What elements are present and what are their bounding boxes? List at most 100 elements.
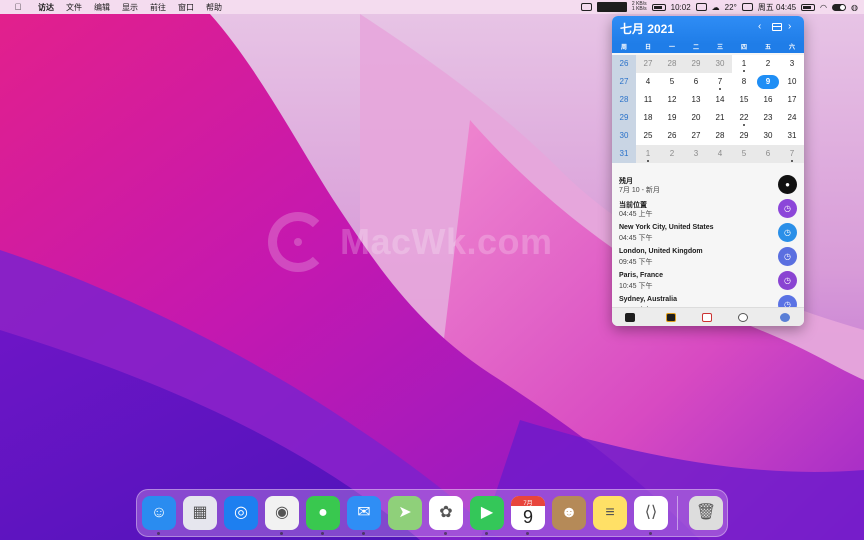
day-cell[interactable]: 23	[756, 109, 780, 127]
day-cell[interactable]: 26	[660, 127, 684, 145]
mail-dock-icon[interactable]: ✉	[347, 496, 381, 530]
day-cell[interactable]: 20	[684, 109, 708, 127]
finder-dock-icon[interactable]: ☺	[142, 496, 176, 530]
clock-time[interactable]: 10:02	[671, 3, 691, 12]
photos-dock-icon[interactable]: ✿	[429, 496, 463, 530]
weather-icon[interactable]: ☁	[712, 3, 720, 12]
day-cell[interactable]: 30	[708, 55, 732, 73]
facetime-dock-icon[interactable]: ▶	[470, 496, 504, 530]
menu-edit[interactable]: 编辑	[88, 2, 116, 13]
terminal-icon[interactable]	[625, 313, 635, 322]
day-cell[interactable]: 29	[732, 127, 756, 145]
day-cell[interactable]: 24	[780, 109, 804, 127]
day-cell[interactable]: 18	[636, 109, 660, 127]
day-cell[interactable]: 4	[708, 145, 732, 163]
apple-menu-icon[interactable]: 	[12, 2, 24, 12]
day-cell[interactable]: 14	[708, 91, 732, 109]
day-cell[interactable]: 30	[756, 127, 780, 145]
day-cell[interactable]: 25	[636, 127, 660, 145]
event-item[interactable]: London, United Kingdom 09:45 下午 ◷	[612, 245, 804, 269]
event-item[interactable]: 残月 7月 10 - 新月 ●	[612, 173, 804, 197]
menu-view[interactable]: 显示	[116, 2, 144, 13]
maps-dock-icon[interactable]: ➤	[388, 496, 422, 530]
chrome-dock-icon[interactable]: ◉	[265, 496, 299, 530]
day-cell[interactable]: 21	[708, 109, 732, 127]
chevron-right-icon[interactable]: ›	[788, 21, 791, 32]
calendar-app-icon[interactable]	[702, 313, 712, 322]
day-cell[interactable]: 29	[684, 55, 708, 73]
chevron-left-icon[interactable]: ‹	[758, 21, 761, 32]
day-cell[interactable]: 5	[660, 73, 684, 91]
running-indicator	[157, 532, 160, 535]
day-cell[interactable]: 2	[660, 145, 684, 163]
day-cell-today[interactable]: 9	[756, 73, 780, 91]
day-cell[interactable]: 3	[780, 55, 804, 73]
day-cell[interactable]: 6	[756, 145, 780, 163]
day-cell[interactable]: 11	[636, 91, 660, 109]
day-cell[interactable]: 12	[660, 91, 684, 109]
day-cell[interactable]: 13	[684, 91, 708, 109]
day-number: 3	[789, 59, 795, 68]
notes-dock-icon[interactable]: ≡	[593, 496, 627, 530]
battery-icon[interactable]	[801, 3, 816, 11]
day-cell[interactable]: 1	[732, 55, 756, 73]
clock-icon[interactable]	[738, 313, 748, 322]
menu-finder[interactable]: 访达	[32, 2, 60, 13]
menubar-datetime[interactable]: 周五 04:45	[758, 2, 796, 13]
menu-go[interactable]: 前往	[144, 2, 172, 13]
memory-icon[interactable]	[651, 3, 666, 11]
day-cell[interactable]: 28	[660, 55, 684, 73]
day-cell[interactable]: 28	[708, 127, 732, 145]
safari-dock-icon[interactable]: ◎	[224, 496, 258, 530]
day-number: 10	[787, 77, 797, 86]
contacts-dock-icon[interactable]: ☻	[552, 496, 586, 530]
event-item[interactable]: New York City, United States 04:45 下午 ◷	[612, 221, 804, 245]
calendar-today-icon[interactable]	[772, 23, 782, 31]
vscode-dock-icon[interactable]: ⟨⟩	[634, 496, 668, 530]
day-cell[interactable]: 22	[732, 109, 756, 127]
day-cell[interactable]: 31	[780, 127, 804, 145]
day-cell[interactable]: 7	[708, 73, 732, 91]
day-cell[interactable]: 6	[684, 73, 708, 91]
day-cell[interactable]: 8	[732, 73, 756, 91]
messages-dock-icon[interactable]: ●	[306, 496, 340, 530]
control-center-icon[interactable]	[832, 3, 847, 11]
day-cell[interactable]: 1	[636, 145, 660, 163]
menu-help[interactable]: 帮助	[200, 2, 228, 13]
siri-icon[interactable]: ◍	[851, 3, 858, 12]
day-cell[interactable]: 7	[780, 145, 804, 163]
calendar-dock-icon[interactable]: 7月 9	[511, 496, 545, 530]
day-cell[interactable]: 5	[732, 145, 756, 163]
day-cell[interactable]: 17	[780, 91, 804, 109]
day-cell[interactable]: 16	[756, 91, 780, 109]
day-cell[interactable]: 2	[756, 55, 780, 73]
day-cell[interactable]: 10	[780, 73, 804, 91]
menu-window[interactable]: 窗口	[172, 2, 200, 13]
day-cell[interactable]: 15	[732, 91, 756, 109]
event-item[interactable]: 当前位置 04:45 上午 ◷	[612, 197, 804, 221]
launchpad-dock-icon[interactable]: ▦	[183, 496, 217, 530]
day-number: 2	[765, 59, 771, 68]
day-cell[interactable]: 27	[636, 55, 660, 73]
day-cell[interactable]: 3	[684, 145, 708, 163]
display-icon[interactable]	[741, 3, 753, 11]
day-number: 2	[669, 149, 675, 158]
cpu-icon[interactable]	[580, 3, 592, 11]
day-cell[interactable]: 19	[660, 109, 684, 127]
day-cell[interactable]: 4	[636, 73, 660, 91]
cpu-graph-icon[interactable]	[596, 2, 627, 12]
temperature[interactable]: 22°	[725, 3, 737, 12]
event-item[interactable]: Paris, France 10:45 下午 ◷	[612, 269, 804, 293]
memory-stats-icon[interactable]	[666, 313, 676, 322]
day-number: 18	[643, 113, 653, 122]
day-cell[interactable]: 27	[684, 127, 708, 145]
trash-dock-icon[interactable]: 🗑	[689, 496, 723, 530]
watermark: MacWk.com	[268, 212, 553, 272]
phone-icon[interactable]	[695, 3, 707, 11]
network-speed[interactable]: 2 KB/s 1 KB/s	[632, 2, 647, 12]
settings-icon[interactable]	[780, 313, 790, 322]
network-down: 1 KB/s	[631, 6, 647, 12]
menu-bar:  访达 文件 编辑 显示 前往 窗口 帮助 2 KB/s 1 KB/s 10:…	[0, 0, 864, 14]
menu-file[interactable]: 文件	[60, 2, 88, 13]
wifi-icon[interactable]: ◠	[820, 3, 827, 12]
